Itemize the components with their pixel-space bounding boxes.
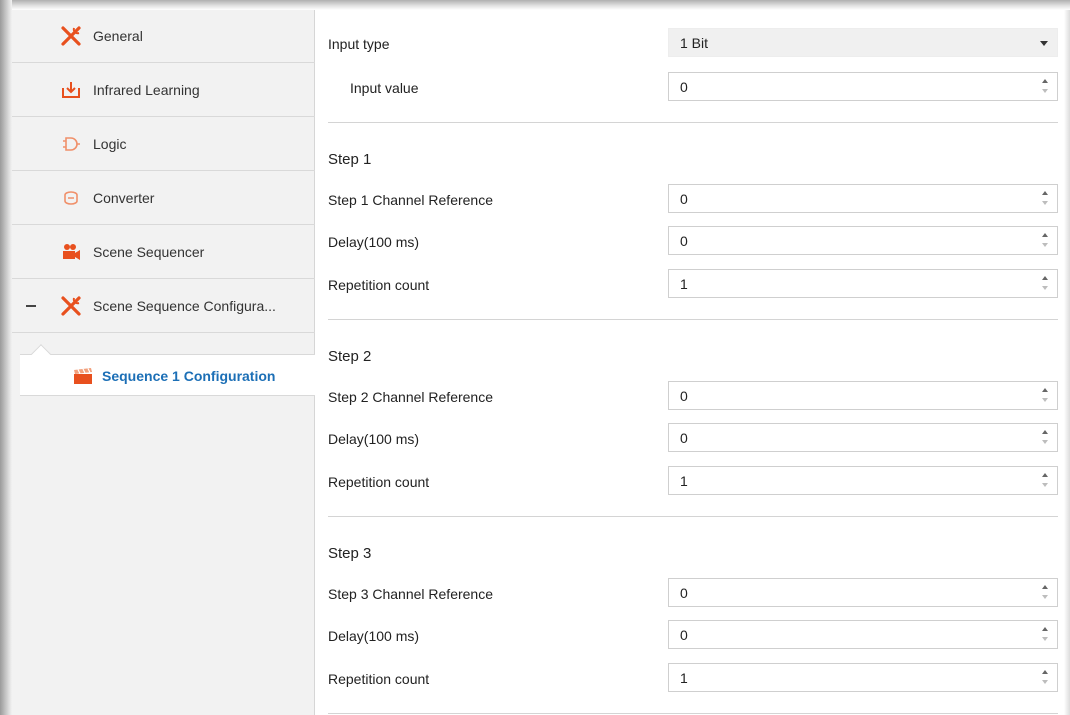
spinner-arrows-icon[interactable] [1042,191,1050,207]
window-frame-top [0,0,1070,10]
sidebar-item-label: Sequence 1 Configuration [102,368,276,384]
step-1-repetition-value: 1 [680,276,688,292]
sidebar-item-general[interactable]: General [12,10,315,63]
tools-icon [60,295,82,317]
sidebar-item-label: Converter [93,190,155,206]
step-3-channel-value: 0 [680,585,688,601]
spinner-arrows-icon[interactable] [1042,585,1050,601]
step-1-delay-stepper[interactable]: 0 [668,226,1058,255]
step-3-repetition-label: Repetition count [328,671,430,687]
sidebar-item-logic[interactable]: Logic [12,118,315,171]
step-3-repetition-value: 1 [680,670,688,686]
sidebar-item-scene-sequence-configuration[interactable]: Scene Sequence Configura... [12,280,315,333]
input-value-label: Input value [350,80,419,96]
section-divider [328,122,1058,123]
step-2-repetition-label: Repetition count [328,474,430,490]
step-1-repetition-label: Repetition count [328,277,430,293]
step-3-delay-row: Delay(100 ms) 0 [328,620,1058,652]
step-1-channel-row: Step 1 Channel Reference 0 [328,184,1058,216]
spinner-arrows-icon[interactable] [1042,670,1050,686]
spinner-arrows-icon[interactable] [1042,388,1050,404]
step-2-delay-label: Delay(100 ms) [328,431,420,447]
input-type-row: Input type 1 Bit [328,28,1058,60]
step-2-channel-label: Step 2 Channel Reference [328,389,493,405]
step-1-channel-label: Step 1 Channel Reference [328,192,493,208]
sidebar-item-sequence-1-configuration[interactable]: Sequence 1 Configuration [20,344,315,396]
step-2-channel-value: 0 [680,388,688,404]
step-2-delay-row: Delay(100 ms) 0 [328,423,1058,455]
settings-panel: Input type 1 Bit Input value 0 Step 1 St… [316,10,1064,715]
step-3-channel-label: Step 3 Channel Reference [328,586,493,602]
step-1-channel-value: 0 [680,191,688,207]
sidebar-item-label: Scene Sequence Configura... [93,298,276,314]
window-frame-right [1064,10,1070,715]
spinner-arrows-icon[interactable] [1042,79,1050,95]
step-3-repetition-row: Repetition count 1 [328,663,1058,695]
step-3-delay-label: Delay(100 ms) [328,628,420,644]
input-value-row: Input value 0 [328,72,1058,104]
spinner-arrows-icon[interactable] [1042,473,1050,489]
window-frame-left [0,0,12,715]
sidebar-item-label: Infrared Learning [93,82,200,98]
spinner-arrows-icon[interactable] [1042,233,1050,249]
chevron-down-icon [1040,41,1048,46]
spinner-arrows-icon[interactable] [1042,276,1050,292]
sidebar-item-converter[interactable]: Converter [12,172,315,225]
step-1-title: Step 1 [328,151,372,168]
spinner-arrows-icon[interactable] [1042,627,1050,643]
sidebar-item-scene-sequencer[interactable]: Scene Sequencer [12,226,315,279]
step-2-delay-stepper[interactable]: 0 [668,423,1058,452]
sidebar-item-label: General [93,28,143,44]
step-1-repetition-stepper[interactable]: 1 [668,269,1058,298]
sidebar-item-label: Scene Sequencer [93,244,205,260]
step-3-repetition-stepper[interactable]: 1 [668,663,1058,692]
step-3-channel-row: Step 3 Channel Reference 0 [328,578,1058,610]
step-3-delay-value: 0 [680,627,688,643]
step-2-repetition-value: 1 [680,473,688,489]
step-2-delay-value: 0 [680,430,688,446]
step-1-repetition-row: Repetition count 1 [328,269,1058,301]
input-type-dropdown[interactable]: 1 Bit [668,28,1058,57]
section-divider [328,319,1058,320]
sidebar: General Infrared Learning Logic Converte… [12,10,315,715]
section-divider [328,516,1058,517]
step-2-repetition-row: Repetition count 1 [328,466,1058,498]
download-icon [60,79,82,101]
clapperboard-icon [72,366,94,386]
step-3-channel-stepper[interactable]: 0 [668,578,1058,607]
input-value-value: 0 [680,79,688,95]
step-3-title: Step 3 [328,545,372,562]
selection-notch [31,344,51,364]
sidebar-item-label: Logic [93,136,127,152]
converter-icon [60,187,82,209]
section-divider [328,713,1058,714]
step-2-channel-row: Step 2 Channel Reference 0 [328,381,1058,413]
step-1-delay-value: 0 [680,233,688,249]
logic-gate-icon [60,133,82,155]
step-1-channel-stepper[interactable]: 0 [668,184,1058,213]
tools-icon [60,25,82,47]
step-2-title: Step 2 [328,348,372,365]
spinner-arrows-icon[interactable] [1042,430,1050,446]
input-type-value: 1 Bit [680,35,709,51]
step-3-delay-stepper[interactable]: 0 [668,620,1058,649]
step-2-channel-stepper[interactable]: 0 [668,381,1058,410]
step-2-repetition-stepper[interactable]: 1 [668,466,1058,495]
camera-icon [60,241,82,263]
input-value-stepper[interactable]: 0 [668,72,1058,101]
sidebar-item-infrared-learning[interactable]: Infrared Learning [12,64,315,117]
input-type-label: Input type [328,36,390,52]
step-1-delay-label: Delay(100 ms) [328,234,420,250]
step-1-delay-row: Delay(100 ms) 0 [328,226,1058,258]
collapse-icon[interactable] [26,305,36,307]
